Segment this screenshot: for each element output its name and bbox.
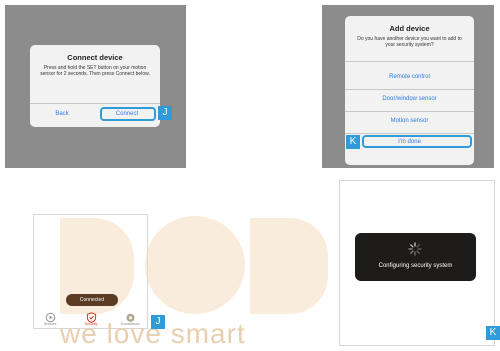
option-divider (345, 133, 474, 134)
watermark-letter-b (250, 218, 328, 314)
im-done-highlight (362, 135, 472, 148)
step-marker-j: J (158, 106, 172, 120)
step-marker-j: J (151, 315, 165, 329)
connect-button-highlight (100, 107, 156, 121)
connected-toast: Connected (66, 294, 118, 306)
tab-label: Security (84, 322, 98, 326)
loading-spinner-icon (408, 242, 422, 256)
shield-check-icon (86, 310, 97, 323)
tab-security[interactable]: Security (76, 310, 106, 326)
dialog-message: Press and hold the SET button on your mo… (40, 65, 150, 78)
tab-surveillance[interactable]: Surveillance (115, 310, 145, 326)
configuring-overlay: Configuring security system (355, 233, 476, 281)
dialog-title: Connect device (67, 53, 123, 62)
dialog-divider (30, 103, 160, 104)
tab-label: Surveillance (120, 322, 140, 326)
option-divider (345, 89, 474, 90)
dialog-title: Add device (389, 24, 430, 33)
watermark-letter-o (145, 216, 245, 314)
remote-control-option[interactable]: Remote control (345, 72, 474, 82)
dialog-message: Do you have another device you want to a… (357, 36, 462, 49)
option-divider (345, 61, 474, 62)
option-divider (345, 111, 474, 112)
camera-icon (125, 310, 136, 322)
tab-label: Sensors (43, 322, 57, 326)
step-marker-k: K (346, 135, 360, 149)
configuring-status-text: Configuring security system (378, 263, 453, 269)
sensors-icon (45, 310, 56, 323)
back-button[interactable]: Back (38, 109, 86, 119)
motion-sensor-option[interactable]: Motion sensor (345, 116, 474, 126)
tab-sensors[interactable]: Sensors (35, 310, 65, 326)
step-marker-k: K (486, 326, 500, 340)
door-window-sensor-option[interactable]: Door/window sensor (345, 94, 474, 104)
